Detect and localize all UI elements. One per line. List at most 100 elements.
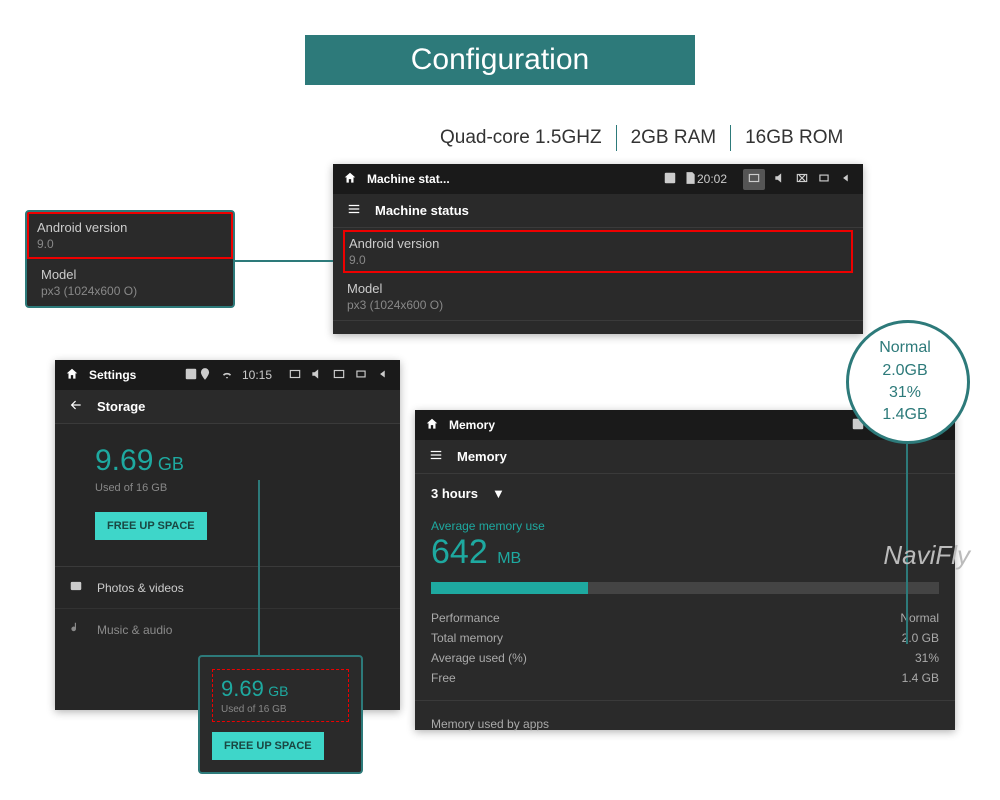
storage-callout-box: 9.69 GB Used of 16 GB [212,669,349,722]
storage-category-list: Photos & videos Music & audio [55,566,400,650]
android-version-value: 9.0 [349,253,847,267]
specs-row: Quad-core 1.5GHZ 2GB RAM 16GB ROM [440,125,843,151]
divider [616,125,617,151]
stat-label: Free [431,671,456,685]
storage-used-unit: GB [158,454,184,474]
recent-icon[interactable] [354,367,368,384]
status-time: 20:02 [697,172,727,186]
circle-line3: 31% [889,382,921,404]
free-up-space-button[interactable]: FREE UP SPACE [95,512,207,540]
storage-callout-button[interactable]: FREE UP SPACE [212,732,324,760]
volume-icon[interactable] [310,367,324,384]
storage-callout: 9.69 GB Used of 16 GB FREE UP SPACE [198,655,363,774]
circle-line2: 2.0GB [882,360,927,382]
stat-row: Average used (%) 31% [431,648,939,668]
chevron-down-icon: ▼ [492,486,505,501]
stat-value: 31% [915,651,939,665]
back-arrow-icon[interactable] [69,398,83,415]
spec-rom: 16GB ROM [745,127,843,149]
stat-label: Average used (%) [431,651,527,665]
avg-value-number: 642 [431,533,488,571]
picture-icon [663,171,677,188]
picture-icon [184,367,198,384]
stat-row: Free 1.4 GB [431,668,939,688]
stat-label: Performance [431,611,500,625]
screenshot-icon[interactable] [743,169,765,190]
avg-memory-label: Average memory use [415,513,955,533]
memory-panel: Memory 20:02 Memory 3 hours ▼ Average me… [415,410,955,730]
screenshot-icon[interactable] [288,367,302,384]
model-value: px3 (1024x600 O) [347,298,849,312]
memory-footer[interactable]: Memory used by apps [415,700,955,731]
sub-title: Memory [457,449,507,464]
dropdown-label: 3 hours [431,486,478,501]
model-row[interactable]: Model px3 (1024x600 O) [333,273,863,321]
mute-icon[interactable] [332,367,346,384]
sub-header: Storage [55,390,400,424]
android-callout-label: Android version [37,220,223,235]
mute-icon[interactable] [795,171,809,188]
home-icon[interactable] [425,417,439,434]
sd-icon [683,171,697,188]
music-icon [69,621,83,638]
storage-callout-value: 9.69 [221,676,264,701]
android-callout-highlight: Android version 9.0 [27,212,233,259]
status-title: Settings [89,368,184,382]
wifi-icon [220,367,234,384]
android-callout-value: 9.0 [37,237,223,251]
model-label: Model [347,281,849,296]
memory-summary-circle: Normal 2.0GB 31% 1.4GB [846,320,970,444]
stat-value: 1.4 GB [902,671,939,685]
memory-usage-bar [431,582,939,594]
avg-memory-value: 642 MB [415,533,955,572]
android-callout-model-label: Model [41,267,219,282]
item-label: Music & audio [97,623,172,637]
machine-status-panel: Machine stat... 20:02 Machine status And… [333,164,863,334]
storage-used-value: 9.69 [95,444,153,477]
item-label: Photos & videos [97,581,184,595]
android-version-label: Android version [349,236,847,251]
stat-label: Total memory [431,631,503,645]
sub-header: Machine status [333,194,863,228]
photos-icon [69,579,83,596]
page-title: Configuration [411,43,589,77]
connector [258,480,260,655]
home-icon[interactable] [343,171,357,188]
divider [730,125,731,151]
menu-icon[interactable] [429,448,443,465]
list-item[interactable]: Music & audio [55,608,400,650]
location-icon [198,367,212,384]
sub-title: Storage [97,399,145,414]
recent-icon[interactable] [817,171,831,188]
time-range-dropdown[interactable]: 3 hours ▼ [415,474,955,513]
stat-row: Total memory2.0 GB [431,628,939,648]
circle-line4: 1.4GB [882,404,927,426]
storage-used-sub: Used of 16 GB [95,482,400,494]
menu-icon[interactable] [347,202,361,219]
status-title: Memory [449,418,851,432]
android-callout: Android version 9.0 Model px3 (1024x600 … [25,210,235,308]
storage-usage: 9.69 GB Used of 16 GB [55,424,400,494]
spec-ram: 2GB RAM [631,127,717,149]
status-time: 10:15 [242,368,272,382]
back-icon[interactable] [839,171,853,188]
memory-usage-fill [431,582,588,594]
volume-icon[interactable] [773,171,787,188]
watermark: NaviFly [883,540,970,571]
stat-row: PerformanceNormal [431,608,939,628]
page-title-banner: Configuration [305,35,695,85]
android-callout-model-row: Model px3 (1024x600 O) [27,259,233,306]
avg-value-unit: MB [497,550,521,567]
home-icon[interactable] [65,367,79,384]
android-version-highlight: Android version 9.0 [343,230,853,273]
spec-cpu: Quad-core 1.5GHZ [440,127,602,149]
storage-callout-unit: GB [268,683,288,699]
status-bar: Settings 10:15 [55,360,400,390]
list-item[interactable]: Photos & videos [55,566,400,608]
sub-header: Memory [415,440,955,474]
storage-callout-sub: Used of 16 GB [221,704,340,715]
sub-title: Machine status [375,203,469,218]
memory-stats: PerformanceNormal Total memory2.0 GB Ave… [415,594,955,688]
connector [235,260,333,262]
back-icon[interactable] [376,367,390,384]
